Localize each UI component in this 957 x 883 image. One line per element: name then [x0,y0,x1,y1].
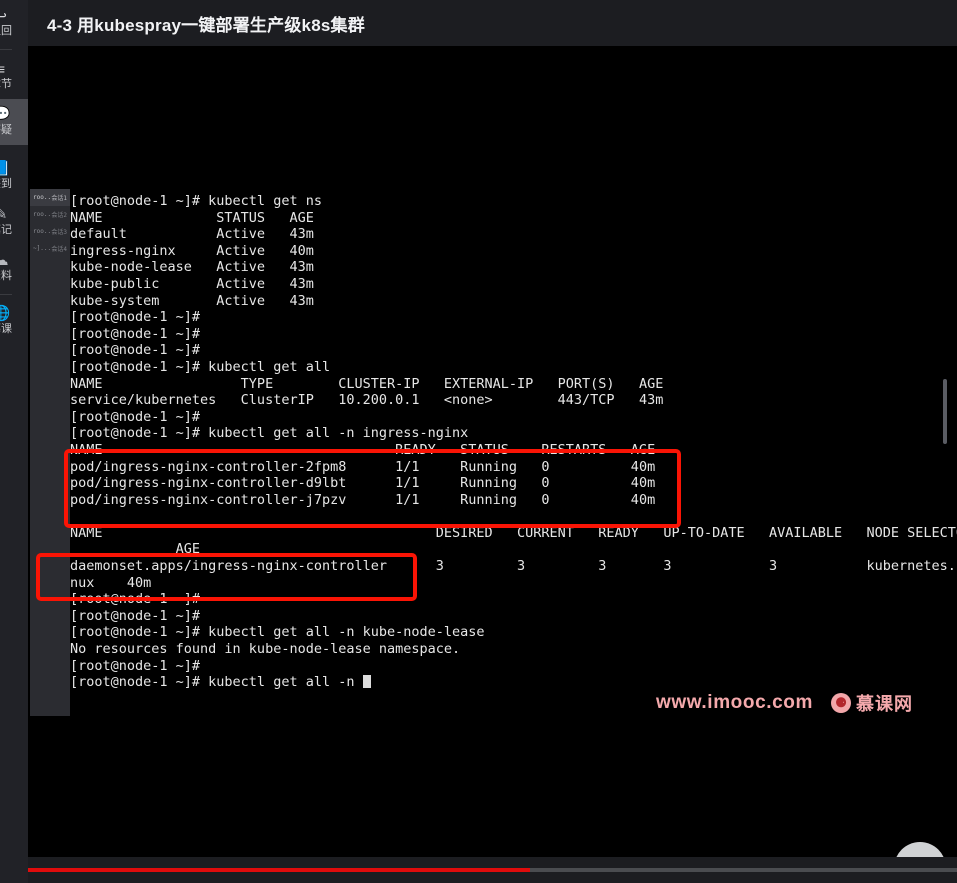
session-id-1: 会话1 [51,195,67,202]
terminal-line: pod/ingress-nginx-controller-j7pzv 1/1 R… [70,491,656,508]
sidebar-divider-2 [0,294,12,295]
terminal-line: [root@node-1 ~]# [70,657,201,674]
back-icon: ↩ [0,7,7,24]
terminal-scrollbar[interactable] [941,46,951,716]
session-item-4[interactable]: ~]... 会话4 [30,240,70,257]
terminal-text: [root@node-1 ~]# kubectl get ns NAME STAT… [70,189,957,691]
checkin-book-icon: 📘 [0,160,11,177]
sidebar-item-label-back: 返回 [0,24,12,37]
play-button[interactable] [894,842,946,857]
terminal-line: [root@node-1 ~]# [70,408,201,425]
session-name-4: ~]... [33,245,52,252]
terminal-line: kube-system Active 43m [70,292,314,309]
terminal-output-pane[interactable]: [root@node-1 ~]# kubectl get ns NAME STAT… [70,189,957,716]
watermark-url: www.imooc.com [656,692,814,713]
terminal-line: daemonset.apps/ingress-nginx-controller … [70,558,957,575]
sidebar-item-label-chapters: 章节 [0,77,12,90]
session-name-2: roo... [33,211,52,218]
terminal-scrollbar-thumb[interactable] [943,379,947,444]
terminal-line: [root@node-1 ~]# kubectl get all -n kube… [70,624,485,641]
terminal-window: roo... 会话1 roo... 会话2 roo... 会话3 ~]... 会… [28,46,957,716]
session-id-4: 会话4 [51,246,67,253]
terminal-line: kube-node-lease Active 43m [70,259,314,276]
player-bottom-bar [0,872,957,883]
sidebar-item-imooc-app[interactable]: 🌐 慕课 [0,298,28,344]
imooc-app-icon: 🌐 [0,305,11,322]
materials-cloud-icon: ☁ [0,252,9,269]
terminal-line: NAME TYPE CLUSTER-IP EXTERNAL-IP PORT(S)… [70,375,664,392]
terminal-line: pod/ingress-nginx-controller-2fpm8 1/1 R… [70,458,656,475]
terminal-line: NAME DESIRED CURRENT READY UP-TO-DATE AV… [70,524,957,541]
sidebar-item-label-qa: 答疑 [0,124,12,136]
sidebar-item-checkin[interactable]: 📘 签到 [0,153,28,199]
session-id-2: 会话2 [51,212,67,219]
imooc-watermark: www.imooc.com ⚈ 慕课网 [656,690,913,716]
video-stage[interactable]: roo... 会话1 roo... 会话2 roo... 会话3 ~]... 会… [28,46,957,857]
terminal-line: [root@node-1 ~]# kubectl get ns [70,193,322,209]
session-item-3[interactable]: roo... 会话3 [30,223,70,240]
session-name-3: roo... [33,228,52,235]
terminal-line: [root@node-1 ~]# [70,342,201,359]
terminal-line: default Active 43m [70,226,314,243]
terminal-line: NAME STATUS AGE [70,209,314,226]
sidebar-item-chapters[interactable]: ≡ 章节 [0,53,28,99]
page-title: 4-3 用kubespray一键部署生产级k8s集群 [47,15,365,35]
terminal-line: [root@node-1 ~]# kubectl get all [70,358,331,375]
sidebar-item-label-imooc-app: 慕课 [0,323,12,335]
sidebar-item-back[interactable]: ↩ 返回 [0,0,28,46]
course-title-bar: 4-3 用kubespray一键部署生产级k8s集群 [28,0,957,46]
terminal-line: [root@node-1 ~]# [70,309,201,326]
terminal-line: service/kubernetes ClusterIP 10.200.0.1 … [70,392,664,409]
session-item-2[interactable]: roo... 会话2 [30,206,70,223]
session-name-1: roo... [33,194,52,201]
chapter-list-icon: ≡ [0,60,6,77]
terminal-cursor [362,675,371,689]
sidebar-bottom-filler [0,857,28,883]
terminal-line: AGE [70,541,201,558]
sidebar-gap-1 [0,145,28,153]
terminal-line: nux 40m [70,574,152,591]
terminal-line: [root@node-1 ~]# [70,591,201,608]
terminal-line: [root@node-1 ~]# [70,325,201,342]
sidebar-item-notes[interactable]: ✎ 笔记 [0,199,28,245]
player-page: ↩ 返回 ≡ 章节 💬 答疑 📘 签到 ✎ 笔记 ☁ [0,0,957,883]
terminal-line: [root@node-1 ~]# kubectl get all -n ingr… [70,425,469,442]
terminal-line: kube-public Active 43m [70,275,314,292]
sidebar-item-label-checkin: 签到 [0,178,12,190]
sidebar-divider-1 [0,49,12,50]
sidebar-item-label-notes: 笔记 [0,224,12,236]
terminal-line: pod/ingress-nginx-controller-d9lbt 1/1 R… [70,475,656,492]
session-item-1[interactable]: roo... 会话1 [30,189,70,206]
sidebar-item-materials[interactable]: ☁ 资料 [0,245,28,291]
note-pencil-icon: ✎ [0,206,8,223]
course-sidebar-inner: ↩ 返回 ≡ 章节 💬 答疑 📘 签到 ✎ 笔记 ☁ [0,0,28,344]
terminal-line: No resources found in kube-node-lease na… [70,641,461,658]
watermark-brand: ⚈ 慕课网 [831,690,913,716]
sidebar-item-qa[interactable]: 💬 答疑 [0,99,28,145]
terminal-line: [root@node-1 ~]# kubectl get all -n [70,674,957,691]
session-id-3: 会话3 [51,229,67,236]
imooc-flame-icon: ⚈ [831,693,852,713]
terminal-session-list[interactable]: roo... 会话1 roo... 会话2 roo... 会话3 ~]... 会… [30,189,70,716]
terminal-line: ingress-nginx Active 40m [70,242,314,259]
terminal-line: [root@node-1 ~]# [70,607,201,624]
course-sidebar-rail: ↩ 返回 ≡ 章节 💬 答疑 📘 签到 ✎ 笔记 ☁ [0,0,28,883]
qa-bubble-icon: 💬 [0,106,11,123]
sidebar-item-label-materials: 资料 [0,270,12,282]
watermark-brand-name: 慕课网 [856,694,914,714]
terminal-line: NAME READY STATUS RESTARTS AGE [70,441,656,458]
